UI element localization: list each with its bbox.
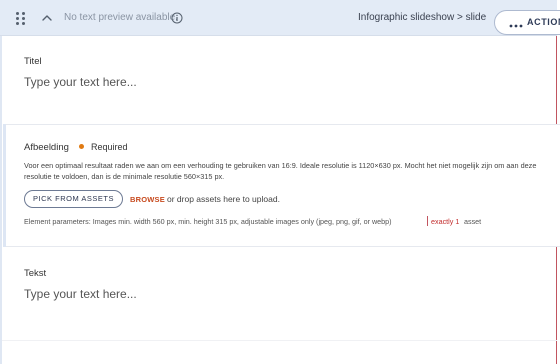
exactly-count: exactly 1 (431, 217, 460, 226)
required-dot (79, 144, 84, 149)
params-separator (427, 216, 428, 226)
bottom-divider (2, 340, 557, 341)
tekst-label: Tekst (24, 268, 47, 279)
exactly-unit: asset (464, 217, 482, 226)
titel-input[interactable]: Type your text here... (24, 75, 137, 89)
tekst-input[interactable]: Type your text here... (24, 287, 137, 301)
drag-handle-icon[interactable] (14, 11, 28, 27)
editor-frame: No text preview available. Infographic s… (0, 0, 560, 364)
browse-link[interactable]: BROWSE (130, 195, 165, 204)
info-icon[interactable] (171, 11, 183, 24)
drop-assets-text: or drop assets here to upload. (167, 194, 280, 204)
more-dots-icon (509, 18, 523, 28)
pick-from-assets-button[interactable]: PICK FROM ASSETS (24, 190, 123, 208)
afbeelding-label: Afbeelding (24, 142, 69, 153)
afbeelding-description: Voor een optimaal resultaat raden we aan… (24, 161, 537, 181)
actions-label: ACTIONS (527, 17, 560, 27)
titel-label: Titel (24, 56, 42, 67)
afbeelding-section (6, 124, 560, 247)
preview-text: No text preview available. (64, 12, 178, 23)
breadcrumb: Infographic slideshow > slide (358, 12, 487, 23)
actions-button[interactable]: ACTIONS (494, 10, 560, 35)
required-label: Required (91, 142, 128, 152)
chevron-up-icon[interactable] (38, 9, 56, 27)
element-parameters: Element parameters: Images min. width 56… (24, 217, 392, 226)
left-rail (0, 0, 2, 364)
slide-header: No text preview available. Infographic s… (0, 0, 560, 36)
